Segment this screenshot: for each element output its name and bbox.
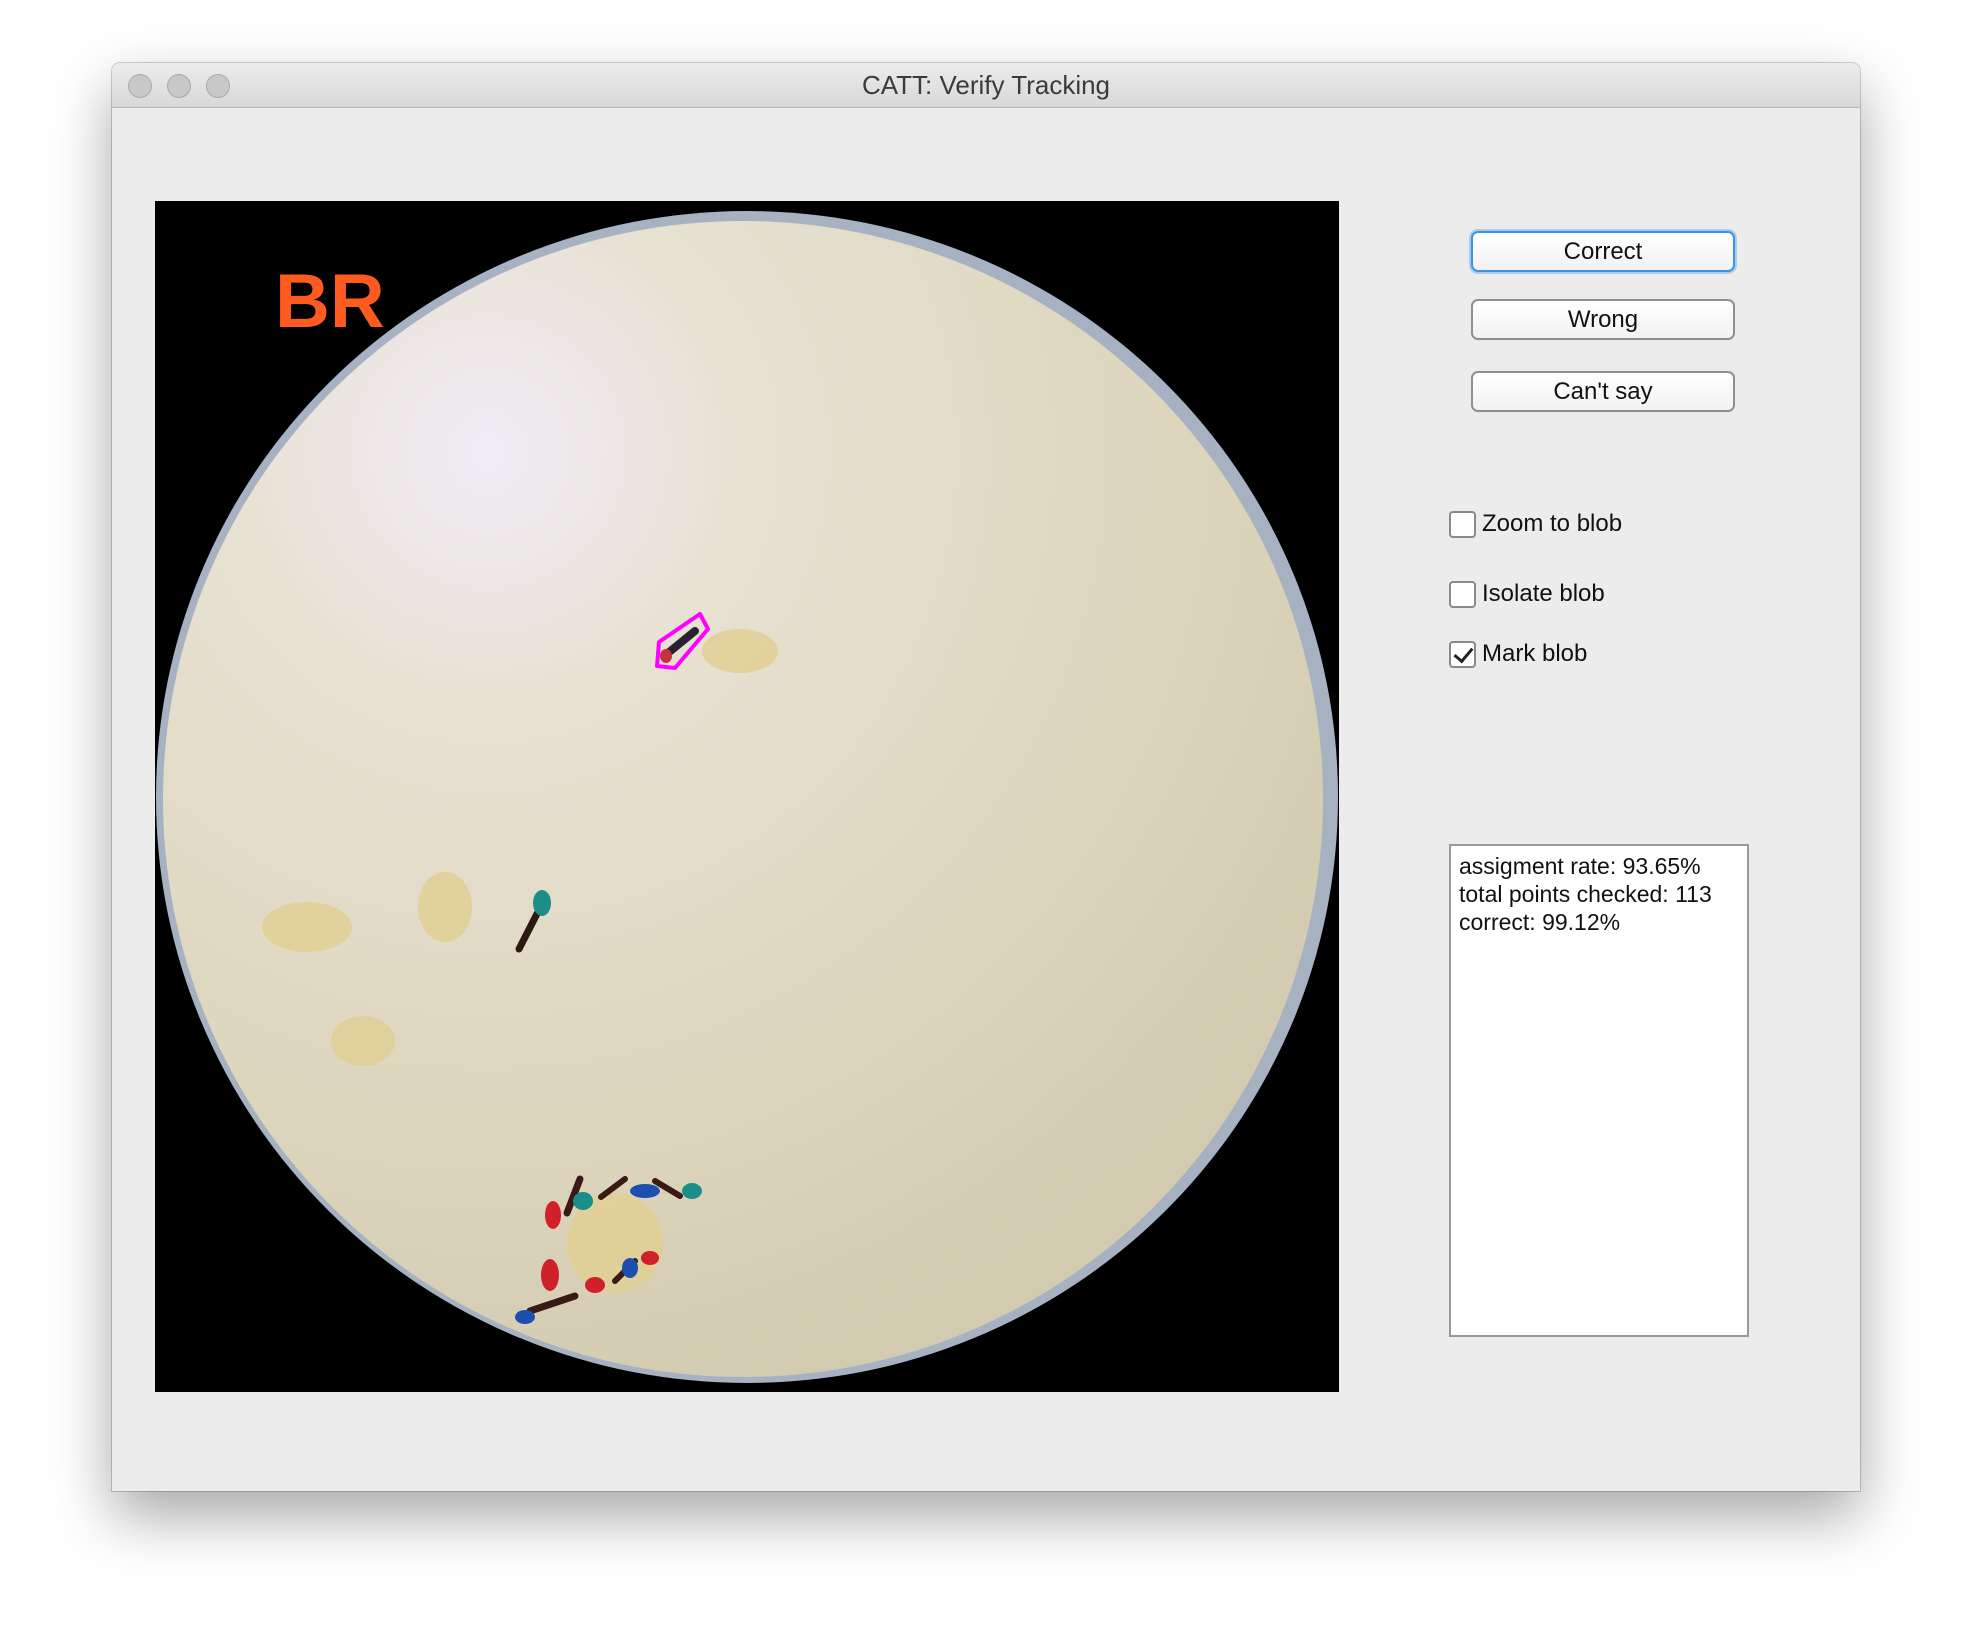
overlay-label: BR: [275, 259, 385, 344]
food-blob: [702, 629, 778, 673]
correct-button[interactable]: Correct: [1471, 231, 1735, 272]
assignment-rate-text: assigment rate: 93.65%: [1459, 853, 1701, 879]
zoom-to-blob-option[interactable]: Zoom to blob: [1449, 509, 1622, 539]
food-blob: [262, 902, 352, 952]
wrong-button[interactable]: Wrong: [1471, 299, 1735, 340]
isolate-blob-label: Isolate blob: [1482, 580, 1605, 607]
app-window: CATT: Verify Tracking BR Correct Wrong C…: [112, 63, 1860, 1491]
mark-blob-label: Mark blob: [1482, 640, 1588, 667]
food-blob: [331, 1016, 395, 1066]
tracking-image: BR: [155, 201, 1339, 1392]
total-points-text: total points checked: 113: [1459, 881, 1712, 907]
isolate-blob-option[interactable]: Isolate blob: [1449, 579, 1605, 609]
title-bar: CATT: Verify Tracking: [112, 63, 1860, 108]
cant-say-button[interactable]: Can't say: [1471, 371, 1735, 412]
mark-blob-option[interactable]: Mark blob: [1449, 639, 1587, 669]
stats-textbox[interactable]: assigment rate: 93.65% total points chec…: [1449, 844, 1749, 1337]
mark-blob-checkbox[interactable]: [1449, 640, 1476, 668]
zoom-to-blob-label: Zoom to blob: [1482, 510, 1623, 537]
correct-rate-text: correct: 99.12%: [1459, 909, 1621, 935]
food-blob: [418, 872, 472, 942]
isolate-blob-checkbox[interactable]: [1449, 580, 1476, 608]
zoom-to-blob-checkbox[interactable]: [1449, 510, 1476, 538]
petri-dish: [163, 221, 1323, 1377]
window-title: CATT: Verify Tracking: [861, 70, 1111, 100]
